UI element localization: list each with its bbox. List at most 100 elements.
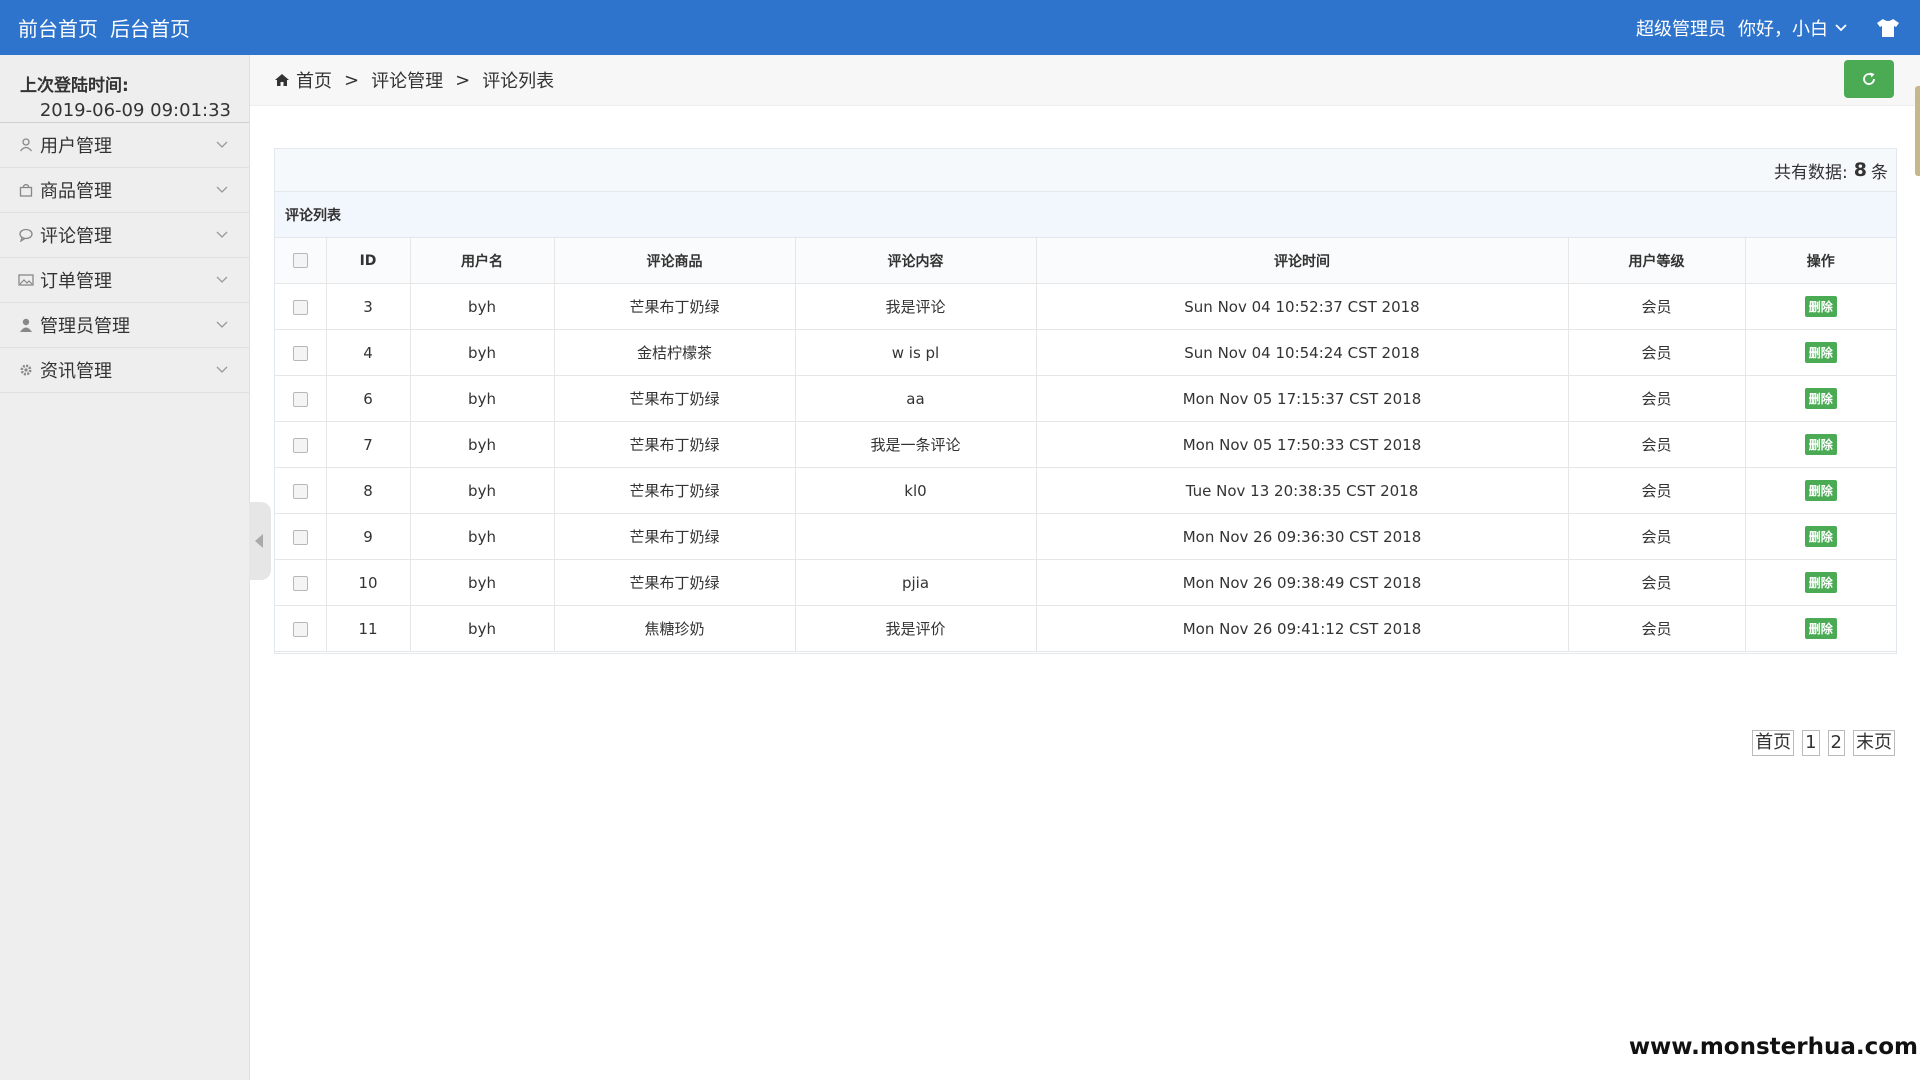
chevron-down-icon [216,141,228,148]
header-content: 评论内容 [794,238,1037,284]
row-checkbox[interactable] [292,621,308,637]
sidebar-item-label: 评论管理 [40,226,112,247]
comment-list-panel: 共有数据: 8 条 评论列表 ID 用户名 评论商品 评论内容 评论时间 用户等… [274,148,1897,654]
header-username: 用户名 [409,238,555,284]
chevron-down-icon [216,231,228,238]
page-last[interactable]: 末页 [1853,730,1895,756]
cell-username: byh [409,605,555,652]
cell-content: 我是评论 [794,283,1037,330]
sidebar-item-label: 资讯管理 [40,361,112,382]
row-select-cell [275,375,327,422]
row-checkbox[interactable] [292,345,308,361]
cell-content: kl0 [794,467,1037,514]
table-body: 3 byh 芒果布丁奶绿 我是评论 Sun Nov 04 10:52:37 CST 20… [275,283,1896,652]
cell-product: 金桔柠檬茶 [553,329,796,376]
cell-level: 会员 [1567,467,1746,514]
user-solid-icon [18,317,34,333]
sidebar-item-label: 订单管理 [40,271,112,292]
shirt-icon[interactable] [1876,18,1900,38]
delete-button[interactable]: 删除 [1804,572,1837,593]
sidebar-item-news[interactable]: 资讯管理 [0,348,249,393]
cell-level: 会员 [1567,605,1746,652]
cell-id: 4 [325,329,411,376]
delete-button[interactable]: 删除 [1804,526,1837,547]
backend-home-link[interactable]: 后台首页 [110,13,190,42]
cell-actions: 删除 [1744,513,1896,560]
row-checkbox[interactable] [292,437,308,453]
cell-product: 焦糖珍奶 [553,605,796,652]
sidebar-item-admins[interactable]: 管理员管理 [0,303,249,348]
delete-button[interactable]: 删除 [1804,434,1837,455]
refresh-button[interactable] [1844,60,1894,98]
user-greeting: 你好，小白 [1738,18,1828,40]
cell-time: Tue Nov 13 20:38:35 CST 2018 [1035,467,1569,514]
page-1[interactable]: 1 [1802,730,1820,756]
cell-content: aa [794,375,1037,422]
breadcrumb-home[interactable]: 首页 [296,67,332,93]
cell-content: 我是评价 [794,605,1037,652]
row-checkbox[interactable] [292,299,308,315]
page-first[interactable]: 首页 [1752,730,1795,756]
image-icon [18,272,34,288]
cell-product: 芒果布丁奶绿 [553,559,796,606]
user-role: 超级管理员 [1636,18,1726,40]
cell-level: 会员 [1567,375,1746,422]
cell-actions: 删除 [1744,605,1896,652]
user-menu-toggle[interactable]: 你好，小白 [1738,15,1848,41]
row-checkbox[interactable] [292,575,308,591]
chevron-down-icon [216,366,228,373]
cell-username: byh [409,283,555,330]
cell-content: 我是一条评论 [794,421,1037,468]
cell-username: byh [409,421,555,468]
cell-username: byh [409,513,555,560]
header-actions: 操作 [1744,238,1896,284]
breadcrumb: 首页 > 评论管理 > 评论列表 [274,55,554,105]
sidebar-collapse-toggle[interactable] [249,502,271,580]
row-checkbox[interactable] [292,391,308,407]
page-2[interactable]: 2 [1827,730,1845,756]
sidebar: 上次登陆时间: 2019-06-09 09:01:33 用户管理 商品管理 评论… [0,55,250,1080]
delete-button[interactable]: 删除 [1804,296,1837,317]
cell-product: 芒果布丁奶绿 [553,421,796,468]
cell-time: Mon Nov 26 09:41:12 CST 2018 [1035,605,1569,652]
cell-time: Mon Nov 26 09:36:30 CST 2018 [1035,513,1569,560]
scrollbar-thumb[interactable] [1915,86,1920,176]
cell-actions: 删除 [1744,375,1896,422]
sidebar-item-label: 用户管理 [40,136,112,157]
delete-button[interactable]: 删除 [1804,388,1837,409]
count-suffix: 条 [1871,162,1888,183]
row-checkbox[interactable] [292,483,308,499]
cell-id: 6 [325,375,411,422]
cell-product: 芒果布丁奶绿 [553,283,796,330]
top-nav-bar: 前台首页 后台首页 超级管理员 你好，小白 [0,0,1920,55]
cell-time: Mon Nov 05 17:50:33 CST 2018 [1035,421,1569,468]
cell-level: 会员 [1567,283,1746,330]
sidebar-item-users[interactable]: 用户管理 [0,123,249,168]
last-login-label: 上次登陆时间: [20,76,129,96]
shopping-bag-icon [18,182,34,198]
comment-table: ID 用户名 评论商品 评论内容 评论时间 用户等级 操作 3 byh 芒果布丁奶绿… [275,238,1896,652]
select-all-checkbox[interactable] [292,253,308,268]
frontend-home-link[interactable]: 前台首页 [18,13,98,42]
cell-level: 会员 [1567,421,1746,468]
cell-actions: 删除 [1744,467,1896,514]
breadcrumb-comment-list: 评论列表 [482,71,555,92]
row-checkbox[interactable] [292,529,308,545]
home-icon [275,74,289,86]
row-select-cell [275,513,327,560]
delete-button[interactable]: 删除 [1804,480,1837,501]
header-level: 用户等级 [1567,238,1746,284]
cell-content: w is pl [794,329,1037,376]
delete-button[interactable]: 删除 [1804,342,1837,363]
cell-level: 会员 [1567,513,1746,560]
row-select-cell [275,283,327,330]
header-product: 评论商品 [553,238,796,284]
breadcrumb-comment-management[interactable]: 评论管理 [371,67,443,93]
header-id: ID [325,238,411,284]
sidebar-item-products[interactable]: 商品管理 [0,168,249,213]
sidebar-item-orders[interactable]: 订单管理 [0,258,249,303]
cell-username: byh [409,467,555,514]
sidebar-item-comments[interactable]: 评论管理 [0,213,249,258]
table-row: 11 byh 焦糖珍奶 我是评价 Mon Nov 26 09:41:12 CST 201… [275,605,1896,652]
delete-button[interactable]: 删除 [1804,618,1837,639]
